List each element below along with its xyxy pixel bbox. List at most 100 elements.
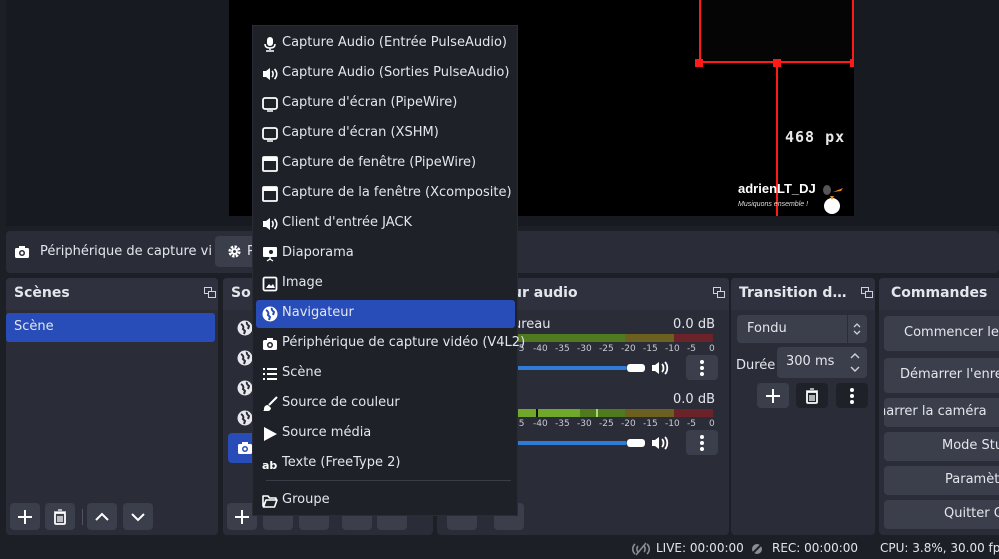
channel-volume-db: 0.0 dB — [673, 392, 715, 407]
add-scene-button[interactable] — [10, 503, 40, 530]
toolbar-separator — [82, 509, 83, 525]
float-dock-icon[interactable] — [861, 287, 873, 298]
window-icon — [262, 156, 278, 172]
live-timer: LIVE: 00:00:00 — [656, 541, 744, 555]
move-scene-down-button[interactable] — [123, 503, 153, 530]
folder-icon — [262, 495, 278, 508]
penguin-logo-icon — [823, 185, 843, 214]
transition-select-value: Fondu — [747, 321, 787, 336]
menu-item-screen-capture-pipewire[interactable]: Capture d'écran (PipeWire) — [256, 90, 515, 118]
meter-scale-label: -10 — [665, 419, 680, 429]
stream-offline-icon — [631, 542, 651, 556]
window-icon — [262, 186, 278, 202]
menu-item-slideshow[interactable]: Diaporama — [256, 240, 515, 268]
speaker-icon — [263, 68, 278, 80]
scenes-dock-title: Scènes — [6, 278, 218, 310]
chevron-down-icon — [131, 512, 145, 521]
start-recording-button[interactable]: Démarrer l'enreg — [884, 358, 999, 393]
settings-button[interactable]: Paramètr — [884, 466, 999, 495]
float-dock-icon[interactable] — [204, 287, 216, 298]
menu-separator — [266, 480, 511, 481]
plus-icon — [766, 388, 780, 403]
duration-label: Durée — [736, 358, 776, 373]
move-scene-up-button[interactable] — [87, 503, 117, 530]
add-transition-button[interactable] — [757, 383, 789, 408]
duration-value: 300 ms — [786, 354, 835, 369]
remove-scene-button[interactable] — [45, 503, 75, 530]
transition-select[interactable]: Fondu — [737, 315, 867, 343]
plus-icon — [235, 509, 249, 524]
menu-item-color-source[interactable]: Source de couleur — [256, 390, 515, 418]
scene-list-item[interactable]: Scène — [6, 313, 215, 342]
volume-meter — [510, 334, 713, 342]
globe-icon[interactable] — [237, 410, 253, 426]
menu-item-audio-output-capture[interactable]: Capture Audio (Sorties PulseAudio) — [256, 60, 515, 88]
globe-icon[interactable] — [237, 350, 253, 366]
start-virtual-camera-button[interactable]: narrer la caméra — [884, 398, 999, 427]
globe-icon[interactable] — [237, 320, 253, 336]
camera-icon[interactable] — [237, 440, 253, 456]
plus-icon — [18, 509, 32, 524]
menu-item-browser[interactable]: Navigateur — [256, 300, 515, 328]
selected-source-name: Périphérique de capture vi — [40, 244, 212, 259]
controls-dock-title: Commandes — [879, 278, 999, 310]
globe-icon[interactable] — [237, 380, 253, 396]
brush-icon — [263, 396, 278, 411]
trash-icon — [806, 387, 818, 404]
camera-icon — [263, 338, 277, 350]
exit-button[interactable]: Quitter O — [884, 500, 999, 529]
menu-item-group[interactable]: Groupe — [256, 487, 515, 515]
volume-slider-handle[interactable] — [627, 439, 645, 447]
menu-item-window-capture-xcomposite[interactable]: Capture de la fenêtre (Xcomposite) — [256, 180, 515, 208]
meter-scale-label: -5 — [687, 419, 696, 429]
mixer-channel: 0.0 dB 45 -40 -35 -30 -25 -20 -15 -10 -5 0 — [507, 353, 729, 473]
globe-icon — [262, 306, 278, 322]
meter-scale-label: -30 — [577, 419, 592, 429]
gear-icon — [228, 245, 241, 258]
transitions-dock: Transition de ... Fondu Durée 300 ms — [731, 278, 875, 535]
trash-icon — [54, 508, 66, 525]
status-bar: LIVE: 00:00:00 REC: 00:00:00 CPU: 3.8%, … — [0, 538, 999, 559]
menu-item-media-source[interactable]: Source média — [256, 420, 515, 448]
recording-offline-icon — [750, 542, 764, 556]
menu-item-image[interactable]: Image — [256, 270, 515, 298]
monitor-icon — [262, 127, 278, 142]
scene-name: Scène — [14, 319, 54, 334]
transition-menu-button[interactable] — [836, 383, 868, 408]
resize-handle[interactable] — [850, 59, 854, 67]
selection-box[interactable] — [699, 0, 854, 63]
camera-icon — [15, 246, 29, 258]
svg-text:ab: ab — [262, 459, 277, 472]
chevron-up-icon — [95, 512, 109, 521]
remove-transition-button[interactable] — [796, 383, 828, 408]
studio-mode-button[interactable]: Mode Stu — [884, 432, 999, 461]
cpu-fps-readout: CPU: 3.8%, 30.00 fps — [880, 541, 999, 555]
overlay-subtitle: Musiquons ensemble ! — [738, 201, 809, 208]
meter-scale-label: -20 — [621, 419, 636, 429]
menu-item-video-capture-device[interactable]: Périphérique de capture vidéo (V4L2) — [256, 330, 525, 358]
spin-arrows-icon[interactable] — [849, 352, 861, 374]
overlay-title: adrienLT_DJ — [738, 181, 816, 196]
menu-item-audio-input-capture[interactable]: Capture Audio (Entrée PulseAudio) — [256, 30, 515, 58]
slideshow-icon — [263, 247, 277, 262]
list-icon — [263, 368, 277, 380]
channel-volume-db: 0.0 dB — [673, 317, 715, 332]
speaker-icon — [263, 218, 278, 230]
volume-slider[interactable] — [510, 441, 627, 445]
menu-item-text-freetype[interactable]: ab Texte (FreeType 2) — [256, 450, 515, 478]
menu-item-scene[interactable]: Scène — [256, 360, 515, 388]
distance-readout: 468 px — [785, 128, 846, 146]
updown-icon — [853, 323, 861, 335]
volume-meter — [510, 409, 713, 417]
menu-item-screen-capture-xshm[interactable]: Capture d'écran (XSHM) — [256, 120, 515, 148]
meter-scale-label: -25 — [599, 419, 614, 429]
channel-name: ureau — [513, 317, 551, 332]
resize-handle[interactable] — [695, 59, 703, 67]
menu-item-window-capture-pipewire[interactable]: Capture de fenêtre (PipeWire) — [256, 150, 515, 178]
channel-menu-button[interactable] — [686, 430, 718, 455]
duration-spinbox[interactable]: 300 ms — [777, 347, 867, 378]
speaker-icon[interactable] — [651, 436, 669, 450]
start-streaming-button[interactable]: Commencer le s — [884, 316, 999, 351]
transitions-dock-title: Transition de ... — [731, 278, 875, 310]
menu-item-jack-input-client[interactable]: Client d'entrée JACK — [256, 210, 515, 238]
